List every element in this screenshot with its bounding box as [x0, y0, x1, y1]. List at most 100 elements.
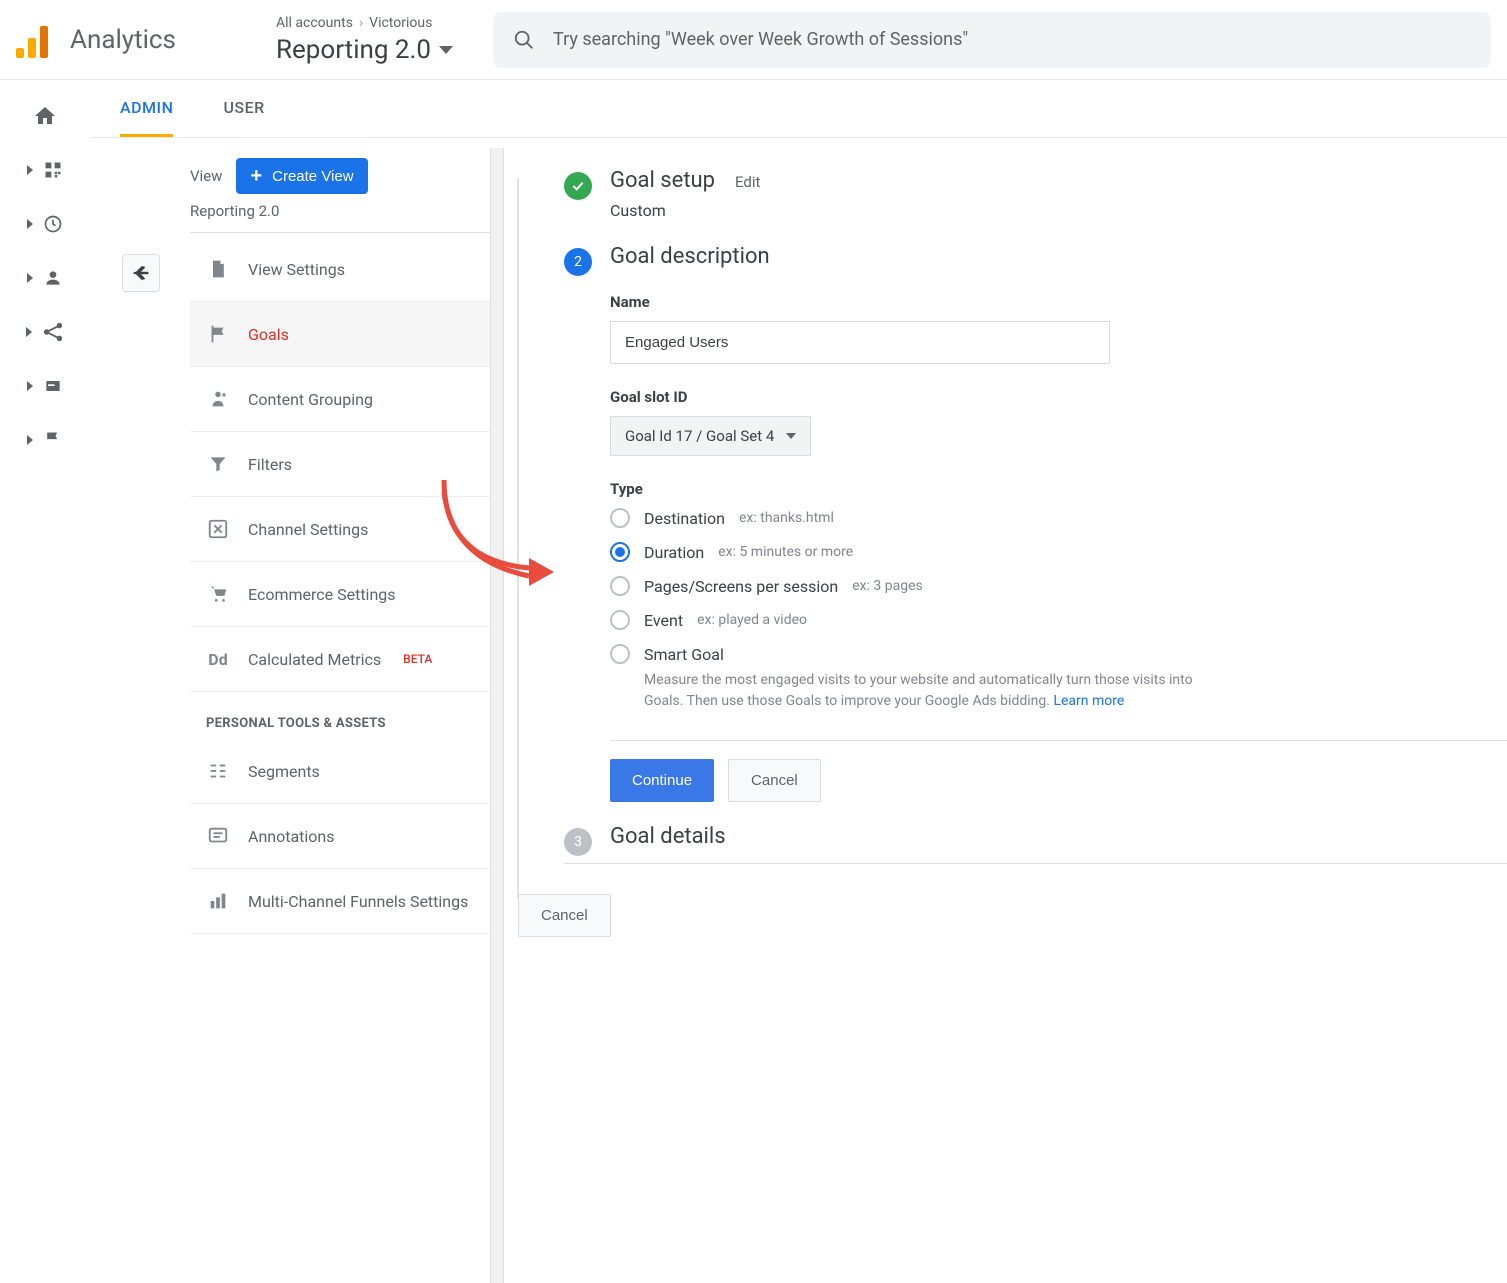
view-label: View	[190, 167, 222, 185]
product-name: Analytics	[70, 25, 176, 55]
person-group-icon	[206, 387, 230, 411]
property-name: Reporting 2.0	[276, 35, 431, 65]
menu-content-grouping[interactable]: Content Grouping	[190, 367, 490, 432]
caret-down-icon	[439, 46, 453, 54]
step-goal-setup: Goal setup Edit Custom	[564, 168, 1507, 220]
check-icon	[570, 178, 586, 194]
step2-marker: 2	[564, 248, 592, 276]
step1-subtitle: Custom	[610, 201, 1507, 220]
page-icon	[43, 376, 63, 396]
step3-marker: 3	[564, 828, 592, 856]
menu-channel-settings[interactable]: Channel Settings	[190, 497, 490, 562]
learn-more-link[interactable]: Learn more	[1053, 693, 1124, 709]
home-icon	[33, 104, 57, 128]
step1-marker	[564, 172, 592, 200]
radio-destination[interactable]	[610, 508, 630, 528]
step1-edit[interactable]: Edit	[735, 173, 760, 191]
breadcrumb-child: Victorious	[369, 15, 432, 31]
menu-filters[interactable]: Filters	[190, 432, 490, 497]
cancel-button[interactable]: Cancel	[728, 759, 821, 802]
chevron-right-icon: ›	[359, 15, 363, 31]
tab-user[interactable]: USER	[223, 80, 264, 137]
step2-title: Goal description	[610, 244, 1507, 269]
document-icon	[206, 257, 230, 281]
scrollbar[interactable]	[490, 148, 504, 1283]
nav-customization[interactable]	[21, 156, 69, 184]
search-icon	[513, 29, 535, 51]
nav-realtime[interactable]	[21, 210, 69, 238]
search-input[interactable]: Try searching "Week over Week Growth of …	[493, 12, 1491, 68]
radio-pages-label: Pages/Screens per session	[644, 577, 838, 596]
create-view-label: Create View	[272, 168, 353, 185]
caret-right-icon	[27, 219, 33, 229]
annotation-icon	[206, 824, 230, 848]
flag-icon	[206, 322, 230, 346]
radio-pages-hint: ex: 3 pages	[852, 578, 923, 594]
radio-pages[interactable]	[610, 576, 630, 596]
caret-right-icon	[27, 435, 33, 445]
radio-duration[interactable]	[610, 542, 630, 562]
radio-smart-label: Smart Goal	[644, 645, 724, 664]
goal-slot-select[interactable]: Goal Id 17 / Goal Set 4	[610, 416, 811, 456]
clock-icon	[43, 214, 63, 234]
dashboard-icon	[43, 160, 63, 180]
person-icon	[43, 268, 63, 288]
nav-home[interactable]	[21, 102, 69, 130]
goal-name-input[interactable]	[610, 321, 1110, 364]
logo-area: Analytics	[16, 22, 256, 58]
cart-icon	[206, 582, 230, 606]
radio-destination-label: Destination	[644, 509, 725, 528]
plus-icon: +	[250, 166, 262, 186]
slot-label: Goal slot ID	[610, 388, 1507, 406]
continue-button[interactable]: Continue	[610, 759, 714, 802]
menu-view-settings[interactable]: View Settings	[190, 237, 490, 302]
tab-admin[interactable]: ADMIN	[120, 80, 173, 137]
menu-segments[interactable]: Segments	[190, 739, 490, 804]
step1-title: Goal setup	[610, 168, 715, 193]
search-placeholder: Try searching "Week over Week Growth of …	[553, 29, 968, 50]
radio-destination-hint: ex: thanks.html	[739, 510, 834, 526]
radio-event[interactable]	[610, 610, 630, 630]
nav-behavior[interactable]	[21, 372, 69, 400]
breadcrumb-parent: All accounts	[276, 15, 353, 31]
caret-right-icon	[26, 327, 32, 337]
icon-nav	[0, 80, 90, 1283]
radio-duration-label: Duration	[644, 543, 704, 562]
menu-mcf-settings[interactable]: Multi-Channel Funnels Settings	[190, 869, 490, 934]
beta-badge: BETA	[403, 652, 432, 666]
menu-annotations[interactable]: Annotations	[190, 804, 490, 869]
radio-event-hint: ex: played a video	[697, 612, 807, 628]
personal-tools-header: PERSONAL TOOLS & ASSETS	[190, 692, 490, 739]
view-panel: View + Create View Reporting 2.0 View Se…	[90, 138, 490, 1283]
nav-conversions[interactable]	[21, 426, 69, 454]
view-menu: View Settings Goals Content Grouping	[190, 237, 490, 934]
type-radio-group: Destination ex: thanks.html Duration ex:…	[610, 508, 1507, 712]
menu-calculated-metrics[interactable]: Dd Calculated Metrics BETA	[190, 627, 490, 692]
menu-goals[interactable]: Goals	[190, 302, 490, 367]
bars-icon	[206, 889, 230, 913]
breadcrumb: All accounts › Victorious	[276, 15, 453, 31]
caret-right-icon	[27, 273, 33, 283]
funnel-icon	[206, 452, 230, 476]
share-icon	[42, 321, 64, 343]
type-label: Type	[610, 480, 1507, 498]
menu-ecommerce-settings[interactable]: Ecommerce Settings	[190, 562, 490, 627]
radio-event-label: Event	[644, 611, 683, 630]
goal-panel: Goal setup Edit Custom 2 Goal descriptio…	[504, 138, 1507, 1283]
caret-right-icon	[27, 165, 33, 175]
nav-acquisition[interactable]	[21, 318, 69, 346]
nav-audience[interactable]	[21, 264, 69, 292]
bottom-cancel-button[interactable]: Cancel	[518, 894, 611, 937]
caret-right-icon	[27, 381, 33, 391]
caret-down-icon	[786, 433, 796, 439]
step-goal-details: 3 Goal details	[564, 824, 1507, 864]
segments-icon	[206, 759, 230, 783]
step3-title: Goal details	[610, 824, 1507, 849]
account-selector[interactable]: All accounts › Victorious Reporting 2.0	[276, 15, 453, 65]
create-view-button[interactable]: + Create View	[236, 158, 367, 194]
radio-smart[interactable]	[610, 644, 630, 664]
app-header: Analytics All accounts › Victorious Repo…	[0, 0, 1507, 80]
flag-icon	[43, 430, 63, 450]
view-subtitle: Reporting 2.0	[190, 202, 490, 233]
radio-duration-hint: ex: 5 minutes or more	[718, 544, 853, 560]
